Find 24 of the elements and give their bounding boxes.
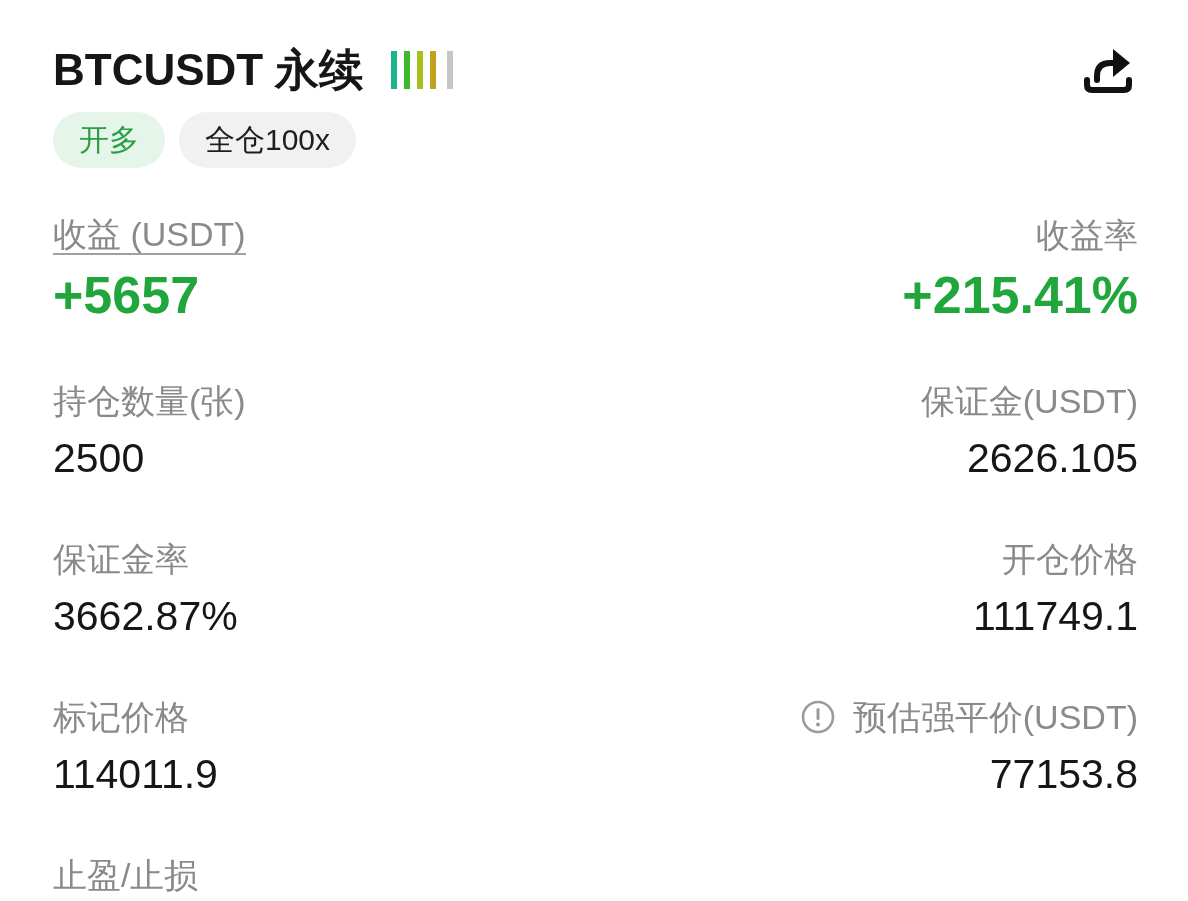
field-value: +5657 — [53, 267, 200, 323]
field-label: 预估强平价(USDT) — [852, 699, 1138, 735]
field-value: 111749.1 — [973, 593, 1138, 639]
field-value: +215.41% — [902, 267, 1138, 323]
share-icon — [1084, 46, 1132, 94]
info-icon[interactable] — [800, 700, 835, 734]
contract-title: BTCUSDT 永续 — [53, 44, 364, 96]
field-value: 2500 — [53, 435, 145, 481]
field-value: 2626.105 — [967, 435, 1138, 481]
field-value: 77153.8 — [989, 751, 1138, 797]
field-label: 开仓价格 — [1002, 541, 1138, 577]
field-label: 保证金(USDT) — [920, 383, 1138, 419]
field-label: 收益率 — [1036, 217, 1138, 253]
bars-icon — [391, 51, 454, 89]
field-label: 标记价格 — [53, 699, 189, 735]
field-label: 保证金率 — [53, 541, 189, 577]
field-value: 114011.9 — [53, 751, 218, 797]
share-button[interactable] — [1084, 46, 1132, 94]
side-tag: 开多 — [53, 112, 165, 168]
field-label: 止盈/止损 — [53, 857, 199, 893]
field-label: 持仓数量(张) — [53, 383, 246, 419]
margin-mode-tag: 全仓100x — [179, 112, 357, 168]
field-label: 收益 (USDT) — [53, 215, 246, 255]
field-value: 3662.87% — [53, 593, 238, 639]
